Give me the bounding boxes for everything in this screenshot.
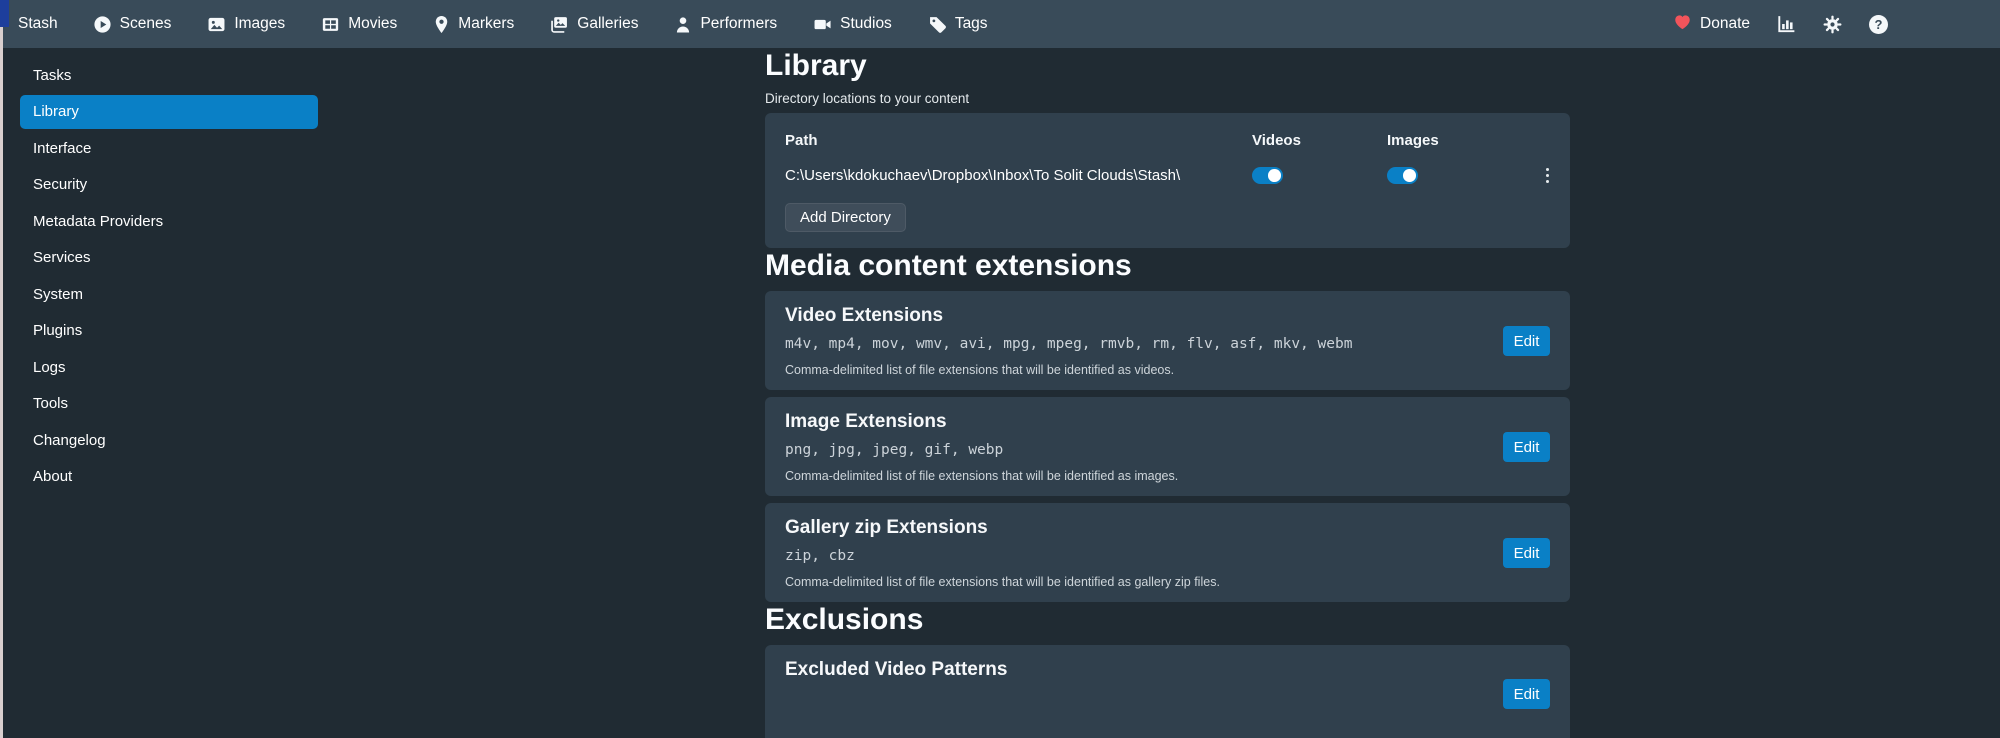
brand-link[interactable]: Stash (18, 15, 58, 33)
donate-label: Donate (1700, 15, 1750, 32)
nav-item-images[interactable]: Images (208, 15, 285, 33)
sidebar-item-plugins[interactable]: Plugins (20, 314, 318, 348)
background-window-edge (0, 27, 3, 738)
image-icon (208, 16, 225, 33)
nav-item-label: Scenes (119, 15, 172, 32)
nav-item-label: Performers (700, 15, 778, 32)
video-extensions-card: Video Extensions m4v, mp4, mov, wmv, avi… (765, 291, 1570, 390)
nav-item-studios[interactable]: Studios (814, 15, 892, 33)
directories-header-row: Path Videos Images (785, 123, 1550, 157)
directories-card: Path Videos Images C:\Users\kdokuchaev\D… (765, 113, 1570, 248)
settings-sidebar: Tasks Library Interface Security Metadat… (0, 48, 740, 496)
nav-item-tags[interactable]: Tags (929, 15, 988, 33)
nav-right: Donate ? (1674, 14, 1888, 35)
page-title: Library (765, 49, 867, 82)
card-value: m4v, mp4, mov, wmv, avi, mpg, mpeg, rmvb… (785, 336, 1353, 352)
column-header-images: Images (1387, 131, 1439, 149)
edit-excluded-video-patterns-button[interactable]: Edit (1503, 679, 1550, 709)
nav-item-label: Studios (840, 15, 892, 32)
nav-item-scenes[interactable]: Scenes (94, 15, 172, 33)
galleries-icon (551, 16, 568, 33)
sidebar-item-tools[interactable]: Tools (20, 387, 318, 421)
sidebar-item-services[interactable]: Services (20, 241, 318, 275)
directory-row: C:\Users\kdokuchaev\Dropbox\Inbox\To Sol… (785, 157, 1550, 194)
edit-video-extensions-button[interactable]: Edit (1503, 326, 1550, 356)
donate-button[interactable]: Donate (1674, 14, 1750, 35)
nav-item-label: Movies (348, 15, 398, 32)
card-title: Video Extensions (785, 305, 944, 326)
videos-toggle[interactable] (1252, 167, 1283, 184)
tag-icon (929, 16, 946, 33)
sidebar-item-changelog[interactable]: Changelog (20, 423, 318, 457)
gear-icon[interactable] (1823, 15, 1842, 34)
bar-chart-icon[interactable] (1777, 15, 1796, 33)
main-nav: Scenes Images Movies Markers Galleries P… (94, 15, 988, 33)
directory-path: C:\Users\kdokuchaev\Dropbox\Inbox\To Sol… (785, 167, 1181, 184)
film-icon (322, 16, 339, 33)
sidebar-item-about[interactable]: About (20, 460, 318, 494)
nav-item-label: Markers (458, 15, 515, 32)
sidebar-item-tasks[interactable]: Tasks (20, 58, 318, 92)
card-value: png, jpg, jpeg, gif, webp (785, 442, 1004, 458)
nav-item-movies[interactable]: Movies (322, 15, 397, 33)
sidebar-item-interface[interactable]: Interface (20, 131, 318, 165)
background-window-sliver (0, 0, 9, 27)
nav-item-label: Images (234, 15, 286, 32)
sidebar-item-library[interactable]: Library (20, 94, 318, 129)
stash-app: Stash Scenes Images Movies Markers Galle… (0, 0, 2000, 738)
images-toggle[interactable] (1387, 167, 1418, 184)
sidebar-item-logs[interactable]: Logs (20, 350, 318, 384)
page-subtitle: Directory locations to your content (765, 91, 970, 106)
excluded-video-patterns-card: Excluded Video Patterns Edit (765, 645, 1570, 738)
card-description: Comma-delimited list of file extensions … (785, 363, 1175, 377)
media-extensions-title: Media content extensions (765, 249, 1132, 282)
sidebar-item-metadata-providers[interactable]: Metadata Providers (20, 204, 318, 238)
card-description: Comma-delimited list of file extensions … (785, 575, 1220, 589)
map-marker-icon (434, 15, 449, 33)
card-title: Image Extensions (785, 411, 947, 432)
user-icon (675, 16, 691, 33)
nav-item-performers[interactable]: Performers (675, 15, 777, 33)
image-extensions-card: Image Extensions png, jpg, jpeg, gif, we… (765, 397, 1570, 496)
gallery-zip-extensions-card: Gallery zip Extensions zip, cbz Comma-de… (765, 503, 1570, 602)
nav-item-label: Tags (954, 15, 988, 32)
column-header-videos: Videos (1252, 131, 1301, 149)
card-value: zip, cbz (785, 548, 855, 564)
nav-item-galleries[interactable]: Galleries (551, 15, 638, 33)
top-navbar: Stash Scenes Images Movies Markers Galle… (0, 0, 2000, 48)
video-camera-icon (814, 16, 831, 33)
edit-image-extensions-button[interactable]: Edit (1503, 432, 1550, 462)
card-description: Comma-delimited list of file extensions … (785, 469, 1179, 483)
row-menu-button[interactable] (1540, 164, 1555, 187)
settings-content: Library Directory locations to your cont… (765, 48, 1570, 738)
nav-item-markers[interactable]: Markers (434, 15, 514, 33)
column-header-path: Path (785, 131, 818, 149)
play-circle-icon (94, 15, 111, 33)
sidebar-item-security[interactable]: Security (20, 168, 318, 202)
card-title: Excluded Video Patterns (785, 659, 1008, 680)
add-directory-button[interactable]: Add Directory (785, 203, 906, 232)
exclusions-title: Exclusions (765, 603, 924, 636)
card-title: Gallery zip Extensions (785, 517, 988, 538)
help-icon[interactable]: ? (1869, 14, 1888, 34)
nav-item-label: Galleries (577, 15, 639, 32)
heart-icon (1674, 14, 1691, 35)
edit-gallery-zip-extensions-button[interactable]: Edit (1503, 538, 1550, 568)
sidebar-item-system[interactable]: System (20, 277, 318, 311)
